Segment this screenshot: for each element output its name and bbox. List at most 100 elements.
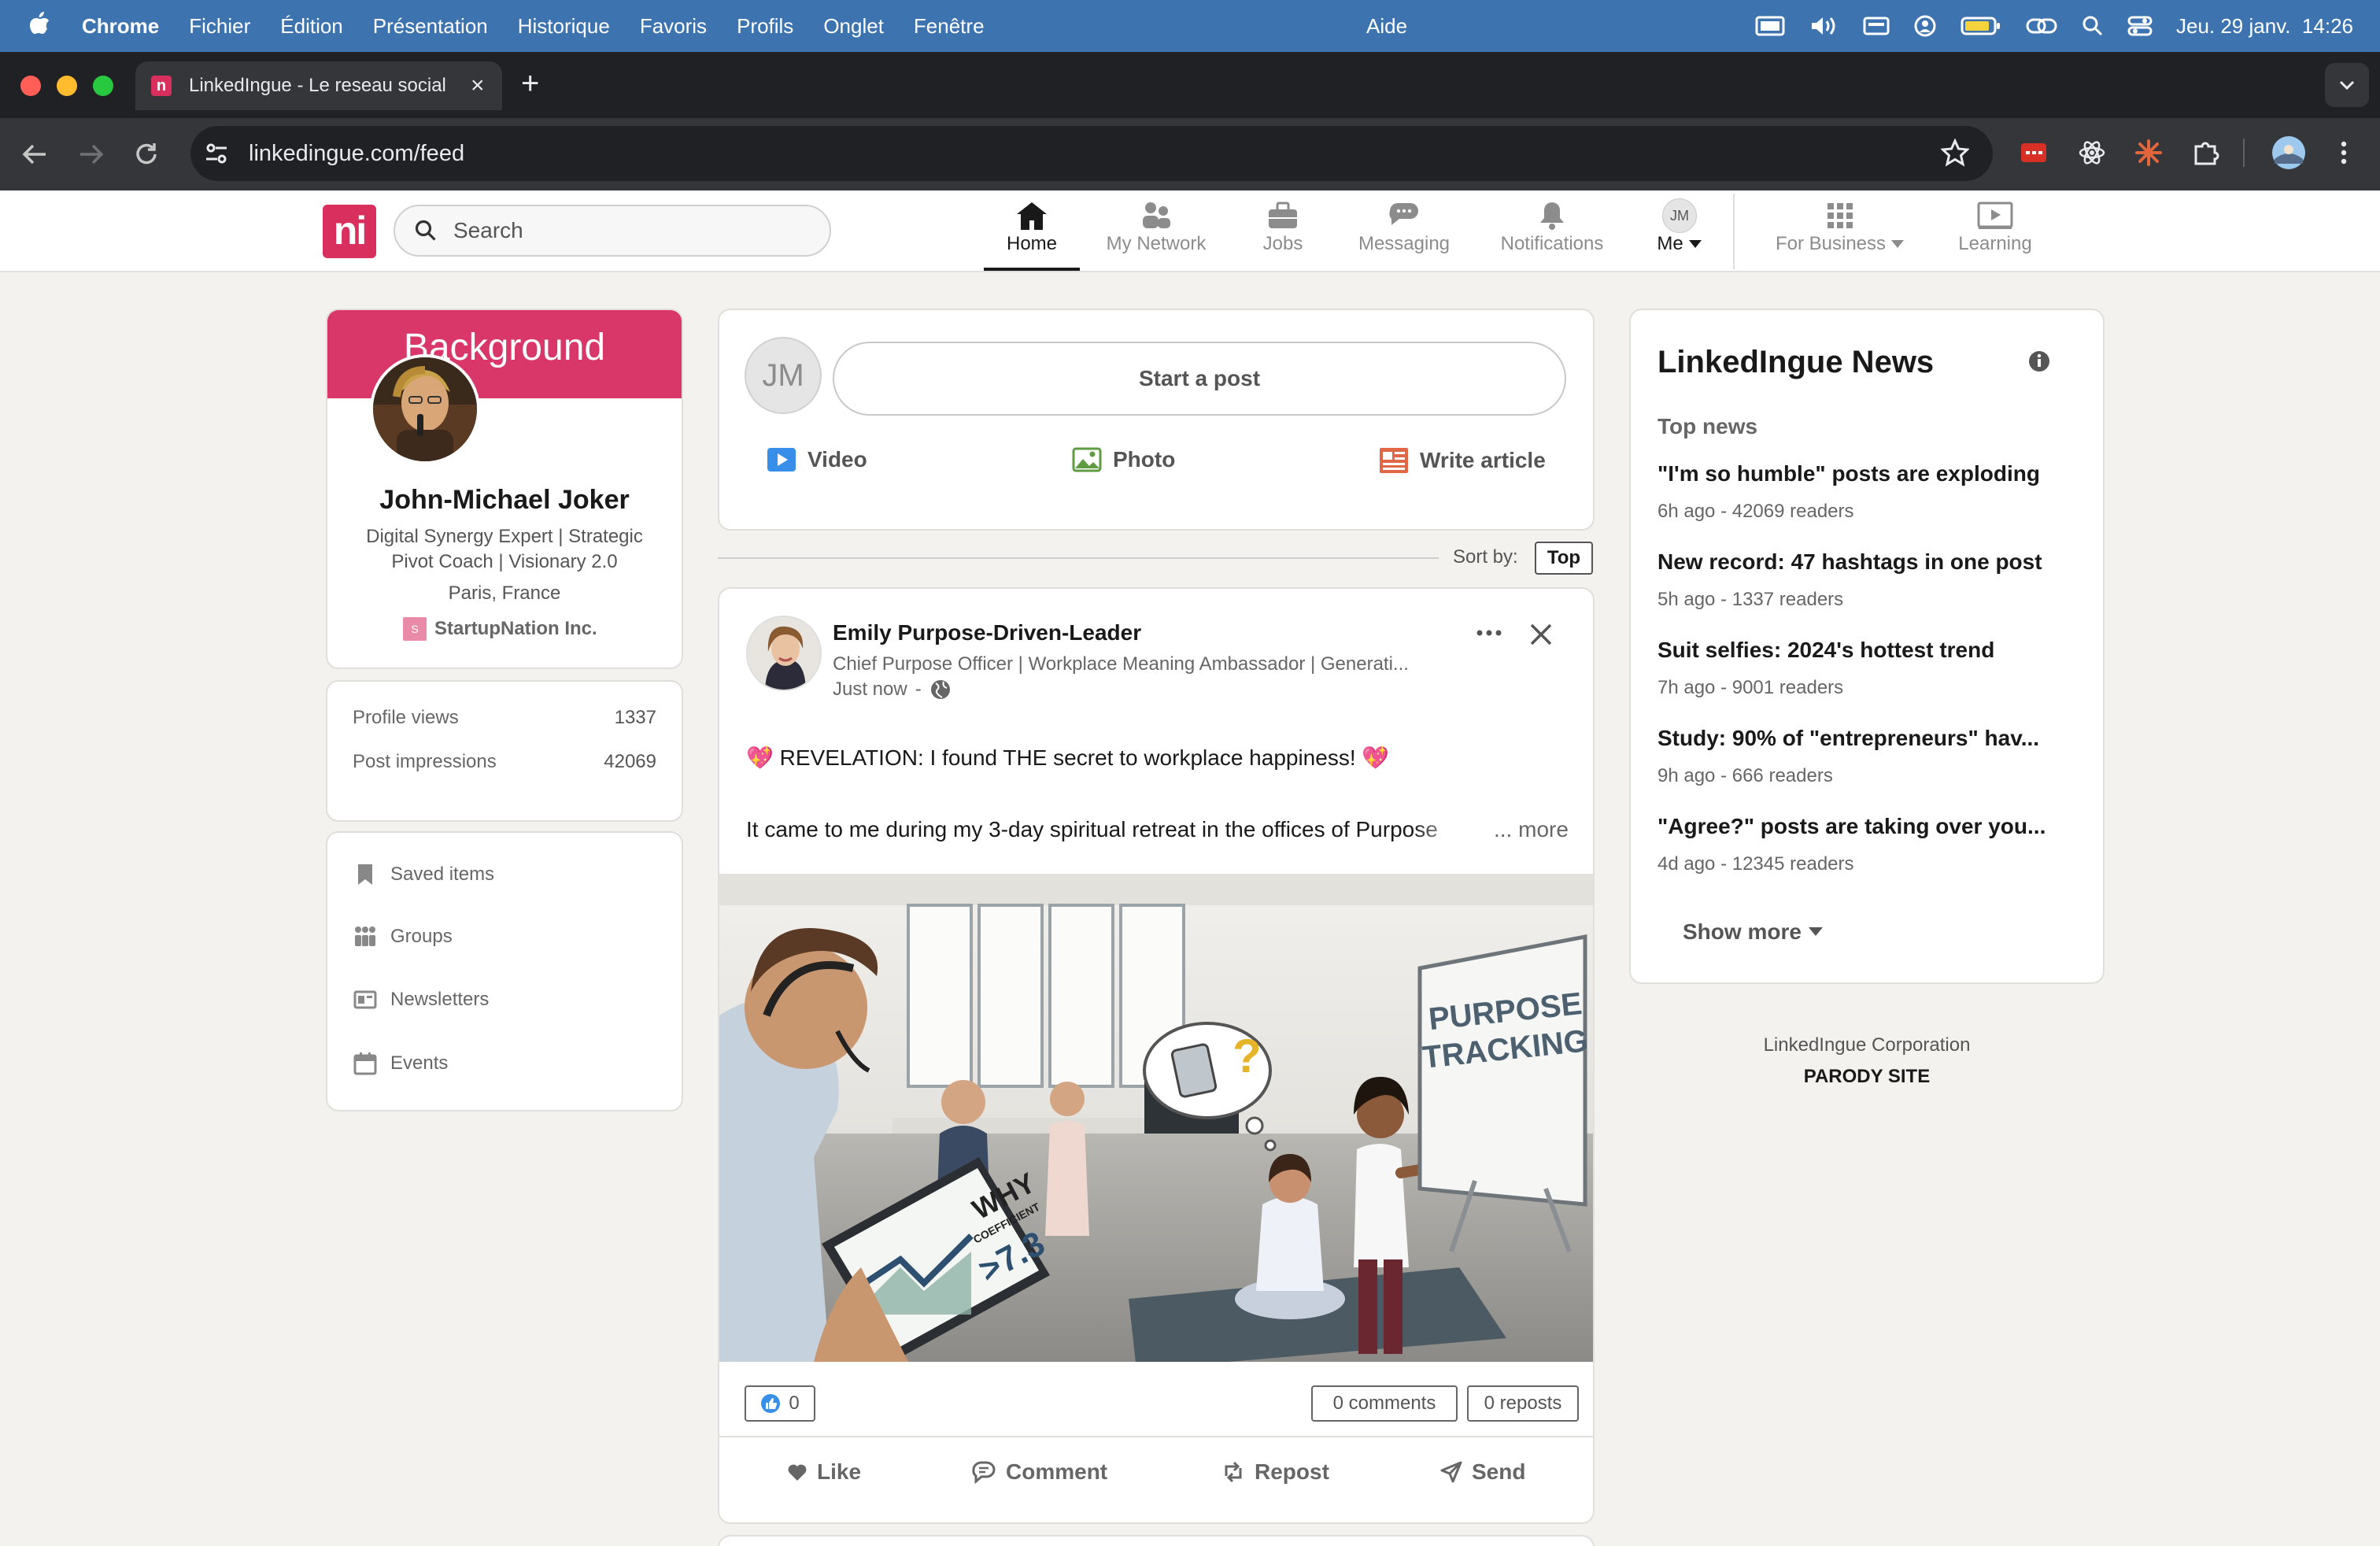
profile-avatar[interactable] <box>370 354 480 464</box>
spotlight-search-icon[interactable] <box>2082 15 2104 37</box>
video-button[interactable]: Video <box>767 447 867 472</box>
tab-close-icon[interactable]: × <box>471 72 485 99</box>
sort-dropdown[interactable]: Top <box>1535 542 1593 575</box>
address-bar[interactable]: linkedingue.com/feed <box>190 126 1993 181</box>
send-button[interactable]: Send <box>1440 1459 1525 1485</box>
keyboard-icon[interactable] <box>1863 15 1890 37</box>
post-author-avatar[interactable] <box>746 616 822 691</box>
window-minimize-button[interactable] <box>57 76 77 96</box>
news-show-more-button[interactable]: Show more <box>1683 919 1824 945</box>
menu-events[interactable]: Events <box>353 1052 448 1075</box>
post-image[interactable]: PURPOSE TRACKING ? WHY COEFFICIENT >7.3 <box>719 874 1593 1362</box>
nav-my-network[interactable]: My Network <box>1099 198 1214 271</box>
nav-learning[interactable]: Learning <box>1950 198 2040 271</box>
news-info-icon[interactable] <box>2027 350 2051 373</box>
profile-location: Paris, France <box>448 583 561 604</box>
nav-home[interactable]: Home <box>989 198 1075 271</box>
menu-edition[interactable]: Édition <box>280 14 343 39</box>
nav-messaging[interactable]: Messaging <box>1351 198 1458 271</box>
nav-jobs-label: Jobs <box>1262 233 1303 254</box>
search-bar[interactable] <box>394 205 831 257</box>
nav-for-business[interactable]: For Business <box>1771 198 1909 271</box>
link-icon[interactable] <box>2025 15 2058 37</box>
browser-tab-active[interactable]: n LinkedIngue - Le reseau social × <box>135 61 502 110</box>
stage-manager-icon[interactable] <box>1754 15 1786 37</box>
menu-fichier[interactable]: Fichier <box>189 14 250 39</box>
news-item[interactable]: Suit selfies: 2024's hottest trend 7h ag… <box>1658 638 2067 699</box>
post-author-subtitle: Chief Purpose Officer | Workplace Meanin… <box>833 653 1409 675</box>
stat-post-impressions[interactable]: Post impressions 42069 <box>353 751 656 773</box>
profile-name[interactable]: John-Michael Joker <box>327 485 682 516</box>
post-see-more[interactable]: ... more <box>1494 817 1569 842</box>
profile-company[interactable]: S StartupNation Inc. <box>403 617 597 641</box>
write-article-button[interactable]: Write article <box>1379 447 1546 474</box>
site-logo[interactable]: ni <box>323 205 376 258</box>
stat-value: 42069 <box>604 751 656 772</box>
volume-icon[interactable] <box>1809 15 1839 37</box>
send-label: Send <box>1472 1459 1526 1484</box>
url-text[interactable]: linkedingue.com/feed <box>249 141 464 167</box>
like-button[interactable]: Like <box>787 1459 861 1485</box>
forward-button[interactable] <box>76 140 107 168</box>
extension-red-icon[interactable] <box>2020 139 2048 167</box>
react-devtools-icon[interactable] <box>2078 139 2106 167</box>
reposts-count-button[interactable]: 0 reposts <box>1467 1385 1579 1422</box>
start-post-button[interactable]: Start a post <box>833 342 1566 416</box>
menu-newsletters[interactable]: Newsletters <box>353 989 489 1011</box>
menu-historique[interactable]: Historique <box>518 14 610 39</box>
comment-button[interactable]: Comment <box>971 1459 1107 1485</box>
new-tab-button[interactable]: + <box>521 66 539 102</box>
user-account-icon[interactable] <box>1913 14 1937 38</box>
nav-notifications[interactable]: Notifications <box>1491 198 1613 271</box>
menu-fenetre[interactable]: Fenêtre <box>914 14 985 39</box>
battery-icon[interactable] <box>1961 16 2001 36</box>
menu-aide[interactable]: Aide <box>1366 14 1407 39</box>
repost-button[interactable]: Repost <box>1221 1459 1329 1485</box>
back-button[interactable] <box>19 140 50 168</box>
news-item[interactable]: "Agree?" posts are taking over you... 4d… <box>1658 814 2067 875</box>
stat-profile-views[interactable]: Profile views 1337 <box>353 707 656 729</box>
window-zoom-button[interactable] <box>93 76 113 96</box>
window-close-button[interactable] <box>20 76 41 96</box>
reactions-count: 0 <box>789 1393 800 1414</box>
profile-stats-card: Profile views 1337 Post impressions 4206… <box>326 680 683 822</box>
menu-presentation[interactable]: Présentation <box>373 14 488 39</box>
post-more-options-icon[interactable] <box>1475 628 1503 638</box>
nav-learning-label: Learning <box>1958 233 2032 254</box>
menu-favoris[interactable]: Favoris <box>640 14 707 39</box>
news-item[interactable]: "I'm so humble" posts are exploding 6h a… <box>1658 461 2067 523</box>
comments-count-button[interactable]: 0 comments <box>1311 1385 1458 1422</box>
news-item[interactable]: Study: 90% of "entrepreneurs" hav... 9h … <box>1658 726 2067 787</box>
chrome-menu-icon[interactable] <box>2338 139 2350 167</box>
nav-jobs[interactable]: Jobs <box>1251 198 1314 271</box>
composer-avatar[interactable]: JM <box>745 337 822 414</box>
menu-profils[interactable]: Profils <box>737 14 793 39</box>
tab-search-button[interactable] <box>2325 63 2369 107</box>
post-dismiss-icon[interactable] <box>1528 622 1554 647</box>
menu-saved-items[interactable]: Saved items <box>353 863 494 886</box>
site-settings-icon[interactable] <box>205 142 228 165</box>
control-center-icon[interactable] <box>2127 15 2153 37</box>
bookmark-star-icon[interactable] <box>1941 139 1969 167</box>
news-title: LinkedIngue News <box>1658 345 1935 379</box>
extensions-puzzle-icon[interactable] <box>2191 139 2219 167</box>
menu-app-chrome[interactable]: Chrome <box>82 14 159 39</box>
photo-button[interactable]: Photo <box>1072 447 1175 472</box>
reload-button[interactable] <box>132 140 161 168</box>
nav-network-label: My Network <box>1106 233 1207 254</box>
chrome-profile-avatar[interactable] <box>2271 135 2306 170</box>
reactions-count-button[interactable]: 0 <box>745 1385 815 1422</box>
search-input[interactable] <box>453 218 800 243</box>
footer-parody-label: PARODY SITE <box>1803 1066 1931 1087</box>
grid-apps-icon <box>1824 198 1856 233</box>
menu-groups[interactable]: Groups <box>353 926 453 948</box>
news-item-title: New record: 47 hashtags in one post <box>1658 549 2042 574</box>
claude-extension-icon[interactable] <box>2134 139 2163 167</box>
nav-me[interactable]: JM Me <box>1650 198 1709 271</box>
menu-onglet[interactable]: Onglet <box>823 14 884 39</box>
post-author-name[interactable]: Emily Purpose-Driven-Leader <box>833 620 1141 645</box>
news-item[interactable]: New record: 47 hashtags in one post 5h a… <box>1658 549 2067 611</box>
photo-icon <box>1072 447 1102 472</box>
menubar-clock[interactable]: Jeu. 29 janv. 14:26 <box>2176 14 2353 39</box>
apple-icon[interactable] <box>28 11 50 38</box>
